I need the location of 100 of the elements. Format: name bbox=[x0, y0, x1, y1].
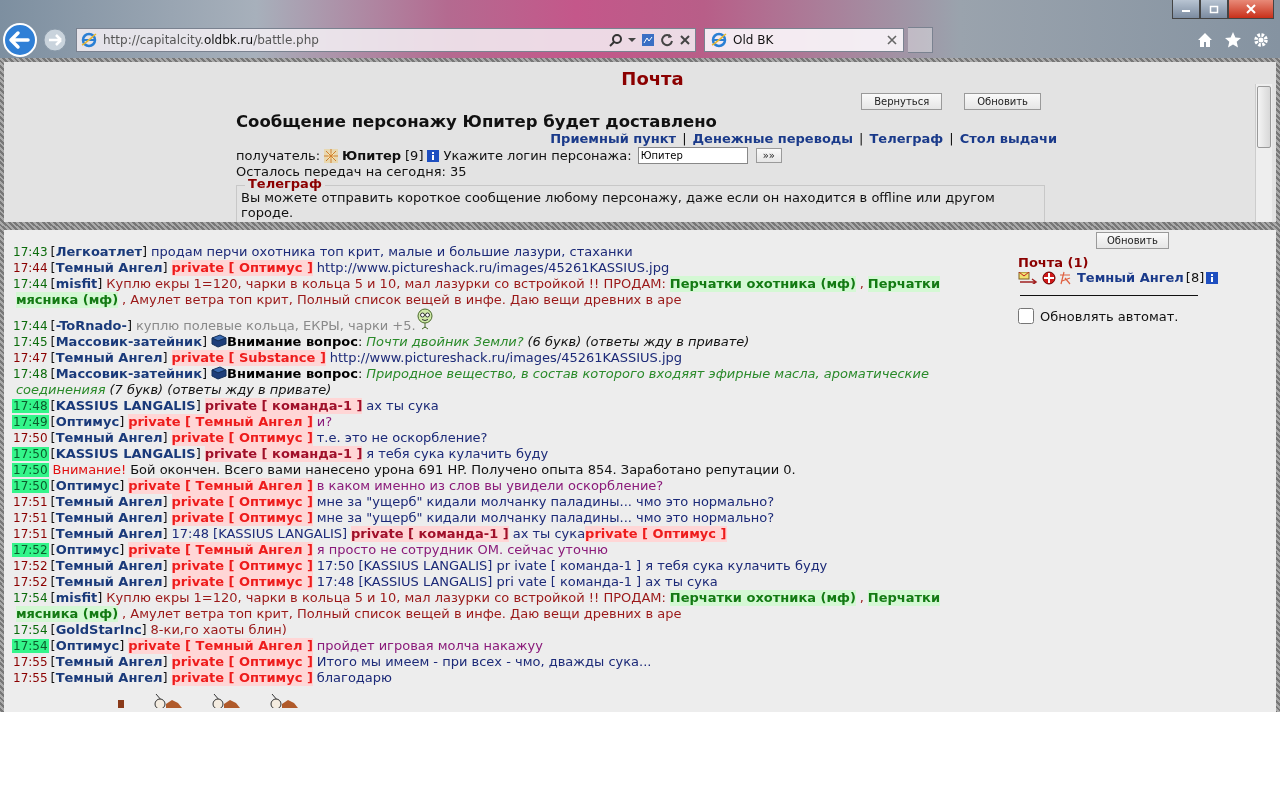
section-link[interactable]: Телеграф bbox=[869, 131, 944, 146]
remaining-count: Осталось передач на сегодня: 35 bbox=[236, 164, 468, 179]
nickname[interactable]: [Темный Ангел] bbox=[50, 654, 168, 669]
sender-name[interactable]: Темный Ангел bbox=[1077, 270, 1184, 285]
message-time: 17:43 bbox=[12, 245, 49, 259]
private-tag: private [ Оптимус ] bbox=[171, 574, 313, 590]
message-time: 17:44 bbox=[12, 261, 49, 275]
letter-arrow-icon bbox=[1018, 271, 1040, 284]
page-button[interactable]: Обновить bbox=[964, 93, 1041, 110]
nickname[interactable]: [Массовик-затейник] bbox=[50, 366, 208, 381]
message-text: мне за "ущерб" кидали молчанку паладины... чмо это нормально? bbox=[316, 510, 775, 526]
message-text: : bbox=[358, 334, 363, 350]
sun-icon bbox=[324, 148, 339, 163]
message-text: я просто не сотрудник ОМ. сейчас уточню bbox=[316, 542, 608, 558]
scrollbar[interactable] bbox=[1255, 84, 1272, 222]
close-button[interactable] bbox=[1228, 0, 1274, 19]
nickname[interactable]: [Массовик-затейник] bbox=[50, 334, 208, 349]
message-text: ах ты сука bbox=[366, 398, 439, 414]
star-icon[interactable] bbox=[1224, 31, 1242, 49]
question-text: Почти двойник Земли? bbox=[366, 334, 524, 350]
message-time: 17:52 bbox=[12, 575, 49, 589]
message-text: Итого мы имеем - при всех - чмо, дважды сука... bbox=[316, 654, 652, 670]
nickname[interactable]: [Темный Ангел] bbox=[50, 510, 168, 525]
nickname[interactable]: [Темный Ангел] bbox=[50, 260, 168, 275]
home-icon[interactable] bbox=[1196, 31, 1214, 49]
message-text: куплю полевые кольца, ЕКРЫ, чарки +5. bbox=[135, 318, 416, 334]
link-separator: | bbox=[859, 131, 864, 146]
back-button[interactable] bbox=[2, 22, 38, 58]
nickname[interactable]: [Легкоатлет] bbox=[50, 244, 148, 259]
section-link[interactable]: Приемный пункт bbox=[550, 131, 677, 146]
nickname[interactable]: [Оптимус] bbox=[50, 542, 125, 557]
browser-tab[interactable]: Old BK bbox=[704, 28, 904, 52]
clan-emblem-icon bbox=[1042, 270, 1056, 285]
nickname[interactable]: [Оптимус] bbox=[50, 638, 125, 653]
message-time: 17:50 bbox=[12, 447, 49, 461]
message-time: 17:52 bbox=[12, 559, 49, 573]
recipient-label: получатель: bbox=[236, 148, 321, 163]
page-button[interactable]: Вернуться bbox=[861, 93, 943, 110]
search-icon[interactable] bbox=[609, 33, 623, 47]
message-text: Куплю екры 1=120, чарки в кольца 5 и 10, мал лазурки со встройкой !! ПРОДАМ: bbox=[106, 276, 666, 292]
alert-label: Внимание! bbox=[52, 462, 127, 478]
login-field[interactable]: Юпитер bbox=[637, 147, 748, 164]
nickname[interactable]: [misfit] bbox=[50, 276, 103, 291]
smiley-icon bbox=[415, 308, 434, 330]
message-time: 17:48 bbox=[12, 399, 49, 413]
nickname[interactable]: [Темный Ангел] bbox=[50, 526, 168, 541]
nickname[interactable]: [Темный Ангел] bbox=[50, 670, 168, 685]
address-bar[interactable]: http://capitalcity.oldbk.ru/battle.php bbox=[76, 28, 696, 52]
close-icon[interactable] bbox=[887, 35, 897, 45]
team-private-tag: private [ команда-1 ] bbox=[204, 446, 363, 462]
message-time: 17:50 bbox=[12, 479, 49, 493]
message-text: т.е. это не оскорбление? bbox=[316, 430, 488, 446]
maximize-button[interactable] bbox=[1200, 0, 1228, 19]
telegraph-description: Вы можете отправить короткое сообщение любому персонажу, даже если он находится в offline или другом городе. bbox=[241, 190, 996, 220]
message-time: 17:54 bbox=[12, 591, 49, 605]
item-name: Перчатки bbox=[867, 276, 940, 292]
auto-refresh-checkbox[interactable] bbox=[1018, 308, 1034, 324]
question-note: (6 букв) (ответы жду в привате) bbox=[527, 334, 750, 350]
nickname[interactable]: [Оптимус] bbox=[50, 478, 125, 493]
caret-icon[interactable] bbox=[628, 36, 636, 44]
nickname[interactable]: [Темный Ангел] bbox=[50, 430, 168, 445]
go-button[interactable]: »» bbox=[755, 148, 782, 163]
message-time: 17:44 bbox=[12, 319, 49, 333]
mail-counter[interactable]: Почта (1) bbox=[1018, 255, 1089, 270]
refresh-icon[interactable] bbox=[660, 33, 674, 47]
message-text: пройдет игровая молча накажуу bbox=[316, 638, 543, 654]
info-icon[interactable] bbox=[427, 149, 440, 162]
browser-logo-icon bbox=[81, 32, 97, 48]
nickname[interactable]: [Темный Ангел] bbox=[50, 350, 168, 365]
browser-logo-icon bbox=[711, 32, 727, 48]
section-link[interactable]: Стол выдачи bbox=[959, 131, 1057, 146]
minimize-button[interactable] bbox=[1172, 0, 1200, 19]
message-time: 17:44 bbox=[12, 277, 49, 291]
nickname[interactable]: [KASSIUS LANGALIS] bbox=[50, 446, 201, 461]
nickname[interactable]: [Оптимус] bbox=[50, 414, 125, 429]
nickname[interactable]: [KASSIUS LANGALIS] bbox=[50, 398, 201, 413]
nickname[interactable]: [GoldStarInc] bbox=[50, 622, 147, 637]
nickname[interactable]: [-ToRnado-] bbox=[50, 318, 132, 333]
section-link[interactable]: Денежные переводы bbox=[692, 131, 854, 146]
private-tag: private [ Оптимус ] bbox=[171, 430, 313, 446]
message-text: ах ты сука bbox=[512, 526, 586, 542]
nickname[interactable]: [misfit] bbox=[50, 590, 103, 605]
sender-level: [8] bbox=[1185, 270, 1205, 285]
nickname[interactable]: [Темный Ангел] bbox=[50, 574, 168, 589]
private-tag: private [ Темный Ангел ] bbox=[128, 478, 313, 494]
close-icon[interactable] bbox=[679, 34, 691, 46]
nickname[interactable]: [Темный Ангел] bbox=[50, 494, 168, 509]
message-text: 17:48 [KASSIUS LANGALIS] pri vate [ команда-1 ] ах ты сука bbox=[316, 574, 718, 590]
compatibility-icon[interactable] bbox=[641, 33, 655, 47]
private-tag: private [ Темный Ангел ] bbox=[128, 638, 313, 654]
forward-button[interactable] bbox=[42, 27, 68, 53]
info-icon[interactable] bbox=[1206, 271, 1219, 284]
private-tag: private [ Substance ] bbox=[171, 350, 326, 366]
private-tag: private [ Темный Ангел ] bbox=[128, 542, 313, 558]
message-text: мне за "ущерб" кидали молчанку паладины... чмо это нормально? bbox=[316, 494, 775, 510]
settings-icon[interactable] bbox=[1252, 31, 1270, 49]
telegraph-legend: Телеграф bbox=[245, 177, 325, 191]
nickname[interactable]: [Темный Ангел] bbox=[50, 558, 168, 573]
question-label: Внимание вопрос bbox=[227, 334, 358, 350]
refresh-button[interactable]: Обновить bbox=[1096, 232, 1169, 249]
